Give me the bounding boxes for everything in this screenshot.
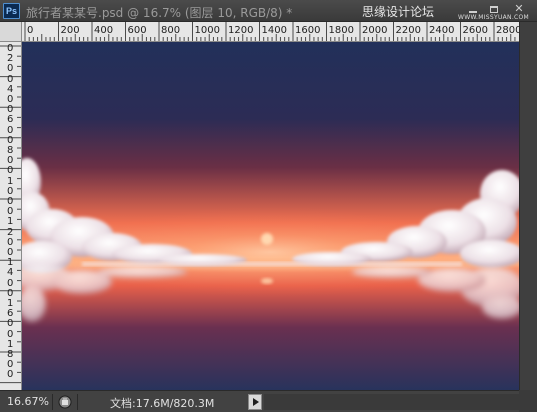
sun [261,233,273,245]
ruler-label: 1 [7,216,14,228]
sunset-clouds-image [22,42,519,390]
ruler-label: 0 [7,165,14,177]
document-info-icon[interactable] [57,394,73,410]
vertical-scrollbar[interactable] [519,22,537,390]
maximize-button[interactable] [484,2,504,18]
status-bar: 16.67% 文档:17.6M/820.3M [0,390,537,412]
ruler-label: 4 [7,267,14,279]
horizontal-ruler[interactable]: 0 200 400 600 800 1000 1200 1400 1600 1800 2000 220… [22,22,519,42]
close-icon: ✕ [514,2,524,15]
resize-corner[interactable] [519,390,537,412]
zoom-level[interactable]: 16.67% [7,395,49,408]
close-button[interactable]: ✕ [505,2,533,18]
watermark-logo: 思缘设计论坛 [362,5,435,19]
title-bar[interactable]: Ps 旅行者某某号.psd @ 16.7% (图层 10, RGB/8) * 思… [0,0,537,22]
minimize-button[interactable] [463,2,483,18]
ruler-label: 0 [7,63,14,75]
maximize-icon [490,6,498,13]
vertical-ruler[interactable]: 020040060080010001200140016001800 [0,42,22,390]
sun-reflection [261,278,273,284]
photoshop-logo-icon: Ps [3,3,20,19]
horizontal-ruler-ticks [24,22,516,41]
minimize-icon [469,11,477,13]
status-menu-arrow-button[interactable] [248,394,262,410]
photoshop-document-window: Ps 旅行者某某号.psd @ 16.7% (图层 10, RGB/8) * 思… [0,0,537,412]
document-title: 旅行者某某号.psd @ 16.7% (图层 10, RGB/8) * [26,6,293,20]
document-canvas[interactable] [22,42,519,390]
ruler-label: 0 [7,369,14,381]
horizontal-scrollbar[interactable] [264,394,519,410]
document-size: 文档:17.6M/820.3M [110,397,215,410]
ruler-label: 6 [7,114,14,126]
ruler-label: 0 [7,318,14,330]
ruler-origin[interactable] [0,22,22,42]
